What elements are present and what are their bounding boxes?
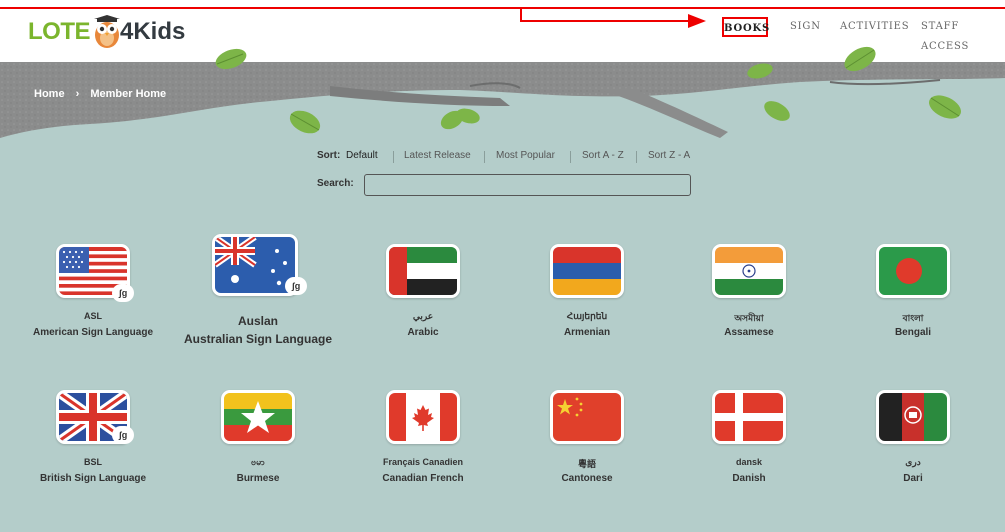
flag-bangladesh[interactable] xyxy=(876,244,950,298)
denmark-flag-icon xyxy=(715,393,783,441)
canada-flag-icon xyxy=(389,393,457,441)
language-native-name: عربي xyxy=(412,311,434,321)
leaf-icon xyxy=(764,101,790,121)
language-native-name: 粵語 xyxy=(577,459,596,469)
language-native-name: অসমীয়া xyxy=(734,313,764,323)
annotation-top-line xyxy=(0,7,1005,9)
language-native-name: BSL xyxy=(84,457,102,467)
sort-latest-release[interactable]: Latest Release xyxy=(404,150,471,161)
tree-branch-banner xyxy=(0,62,1005,138)
language-native-name: Auslan xyxy=(237,314,278,328)
leaf-icon xyxy=(215,48,247,70)
nav-staff-access[interactable]: STAFF ACCESS xyxy=(921,17,1005,52)
nav-activities[interactable]: ACTIVITIES xyxy=(840,17,909,37)
bangladesh-flag-icon xyxy=(879,247,947,295)
language-english-name[interactable]: Canadian French xyxy=(338,473,508,484)
afghanistan-flag-icon xyxy=(879,393,947,441)
sign-language-badge-icon: ʃg xyxy=(112,284,134,302)
annotation-arrowhead-icon xyxy=(688,14,706,28)
sort-a-z[interactable]: Sort A - Z xyxy=(582,150,624,161)
sort-divider xyxy=(636,151,637,163)
language-english-name[interactable]: Burmese xyxy=(173,473,343,484)
logo-text-lote: LOTE xyxy=(28,18,91,45)
language-native-name: Français Canadien xyxy=(382,457,464,467)
sign-language-badge-icon: ʃg xyxy=(285,277,307,295)
sort-divider xyxy=(484,151,485,163)
nav-books[interactable]: BOOKS xyxy=(722,17,769,37)
language-english-name[interactable]: Assamese xyxy=(664,327,834,338)
flag-armenia[interactable] xyxy=(550,244,624,298)
flag-china[interactable] xyxy=(550,390,624,444)
breadcrumb: Home › Member Home xyxy=(34,88,166,100)
language-native-name: dansk xyxy=(735,457,762,467)
logo-text-kids: 4Kids xyxy=(120,18,186,45)
language-native-name: ASL xyxy=(84,311,102,321)
language-english-name[interactable]: American Sign Language xyxy=(8,327,178,338)
language-english-name[interactable]: British Sign Language xyxy=(8,473,178,484)
sort-divider xyxy=(393,151,394,163)
sign-language-badge-icon: ʃg xyxy=(112,426,134,444)
search-input[interactable] xyxy=(364,174,691,196)
leaf-icon xyxy=(289,110,321,134)
language-english-name[interactable]: Dari xyxy=(828,473,998,484)
language-english-name[interactable]: Danish xyxy=(664,473,834,484)
leaf-icon xyxy=(440,108,480,130)
flag-denmark[interactable] xyxy=(712,390,786,444)
language-native-name: ဗမာ xyxy=(251,457,265,467)
language-english-name[interactable]: Arabic xyxy=(338,327,508,338)
sort-most-popular[interactable]: Most Popular xyxy=(496,150,555,161)
language-native-name: Հայերեն xyxy=(566,311,608,321)
flag-canada[interactable] xyxy=(386,390,460,444)
armenia-flag-icon xyxy=(553,247,621,295)
language-english-name[interactable]: Cantonese xyxy=(502,473,672,484)
australia-flag-icon xyxy=(215,237,295,293)
sort-default[interactable]: Default xyxy=(346,150,378,161)
breadcrumb-home[interactable]: Home xyxy=(34,88,65,100)
language-native-name: বাংলা xyxy=(902,313,924,323)
nav-sign[interactable]: SIGN xyxy=(790,17,821,37)
annotation-arrow-shaft xyxy=(520,20,690,22)
leaf-icon xyxy=(844,46,876,72)
owl-mascot-icon xyxy=(94,15,120,48)
breadcrumb-current: Member Home xyxy=(90,88,167,100)
flag-uae[interactable] xyxy=(386,244,460,298)
uae-flag-icon xyxy=(389,247,457,295)
search-label: Search: xyxy=(317,178,354,189)
sort-bar: Sort: Default Latest Release Most Popula… xyxy=(0,150,1005,168)
leaf-icon xyxy=(929,95,961,119)
leaf-icon xyxy=(747,63,773,79)
sort-z-a[interactable]: Sort Z - A xyxy=(648,150,690,161)
language-english-name[interactable]: Australian Sign Language xyxy=(173,332,343,346)
language-english-name[interactable]: Armenian xyxy=(502,327,672,338)
language-english-name[interactable]: Bengali xyxy=(828,327,998,338)
flag-afghanistan[interactable] xyxy=(876,390,950,444)
china-flag-icon xyxy=(553,393,621,441)
sort-divider xyxy=(570,151,571,163)
flag-india[interactable] xyxy=(712,244,786,298)
myanmar-flag-icon xyxy=(224,393,292,441)
language-native-name: دری xyxy=(905,457,921,467)
breadcrumb-separator: › xyxy=(75,88,80,100)
india-flag-icon xyxy=(715,247,783,295)
lote4kids-logo[interactable]: LOTE 4Kids xyxy=(28,14,185,50)
flag-myanmar[interactable] xyxy=(221,390,295,444)
sort-label: Sort: xyxy=(317,150,341,161)
